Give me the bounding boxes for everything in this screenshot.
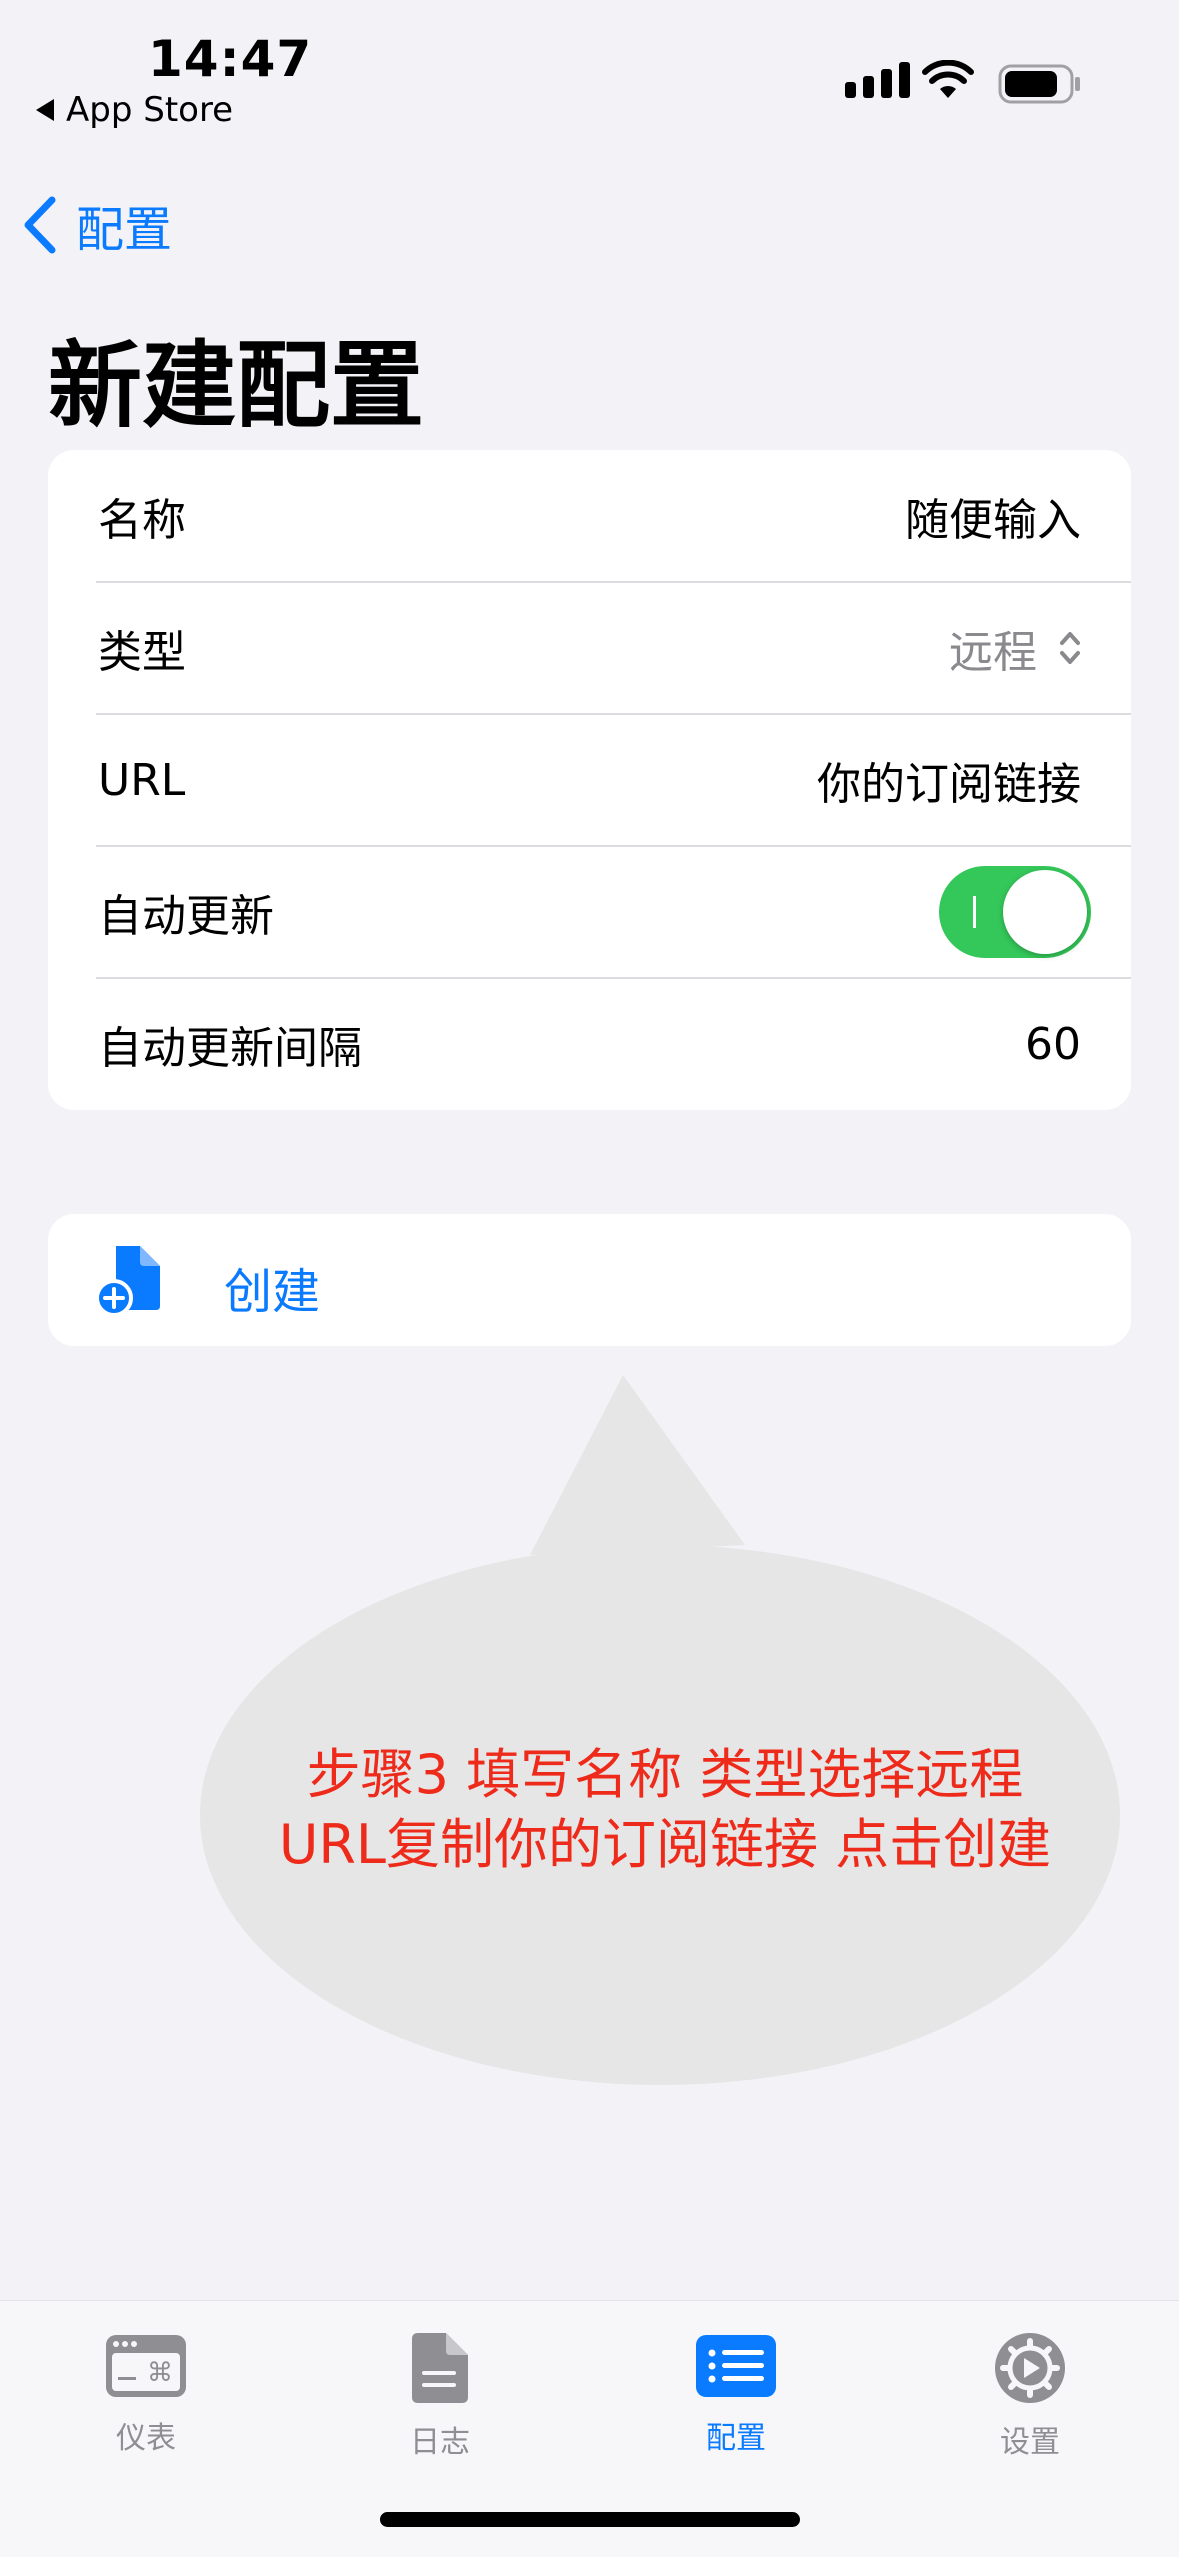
- annotation-bubble: [200, 1375, 1120, 2085]
- page-title: 新建配置: [48, 332, 425, 441]
- tab-settings-label: 设置: [1000, 2425, 1060, 2460]
- battery-icon: [998, 64, 1080, 104]
- status-time: 14:47: [148, 30, 313, 88]
- type-value: 远程: [949, 627, 1037, 678]
- add-document-icon: [96, 1246, 160, 1316]
- auto-update-label: 自动更新: [98, 891, 274, 942]
- name-field[interactable]: 随便输入: [905, 484, 1081, 548]
- chevron-up-down-icon: [1060, 632, 1080, 664]
- auto-update-row: 自动更新: [48, 846, 1131, 978]
- back-to-app-store[interactable]: App Store: [36, 90, 233, 130]
- nav-back-label: 配置: [76, 202, 173, 258]
- nav-back-button[interactable]: 配置: [22, 190, 172, 260]
- config-list-icon: [696, 2335, 776, 2397]
- toggle-on-mark: [973, 896, 976, 928]
- name-row[interactable]: 名称 随便输入: [48, 450, 1131, 582]
- name-label: 名称: [98, 495, 186, 546]
- auto-update-toggle[interactable]: [939, 866, 1091, 958]
- config-form: 名称 随便输入 类型 远程 URL 你的订阅链接 自动更新 自动更新间隔 60: [48, 450, 1131, 1110]
- back-app-label: App Store: [66, 90, 234, 130]
- toggle-knob: [1003, 870, 1087, 954]
- update-interval-label: 自动更新间隔: [98, 1023, 362, 1074]
- dashboard-icon: ⌘: [106, 2335, 186, 2397]
- svg-text:⌘: ⌘: [147, 2358, 173, 2388]
- tab-config[interactable]: 配置: [636, 2331, 836, 2457]
- wifi-icon: [922, 60, 974, 98]
- update-interval-field[interactable]: 60: [1025, 1019, 1081, 1070]
- tab-dashboard-label: 仪表: [116, 2421, 176, 2456]
- back-triangle-icon: [36, 99, 54, 121]
- cellular-signal-icon: [845, 62, 910, 98]
- chevron-left-icon: [24, 196, 56, 254]
- type-picker[interactable]: 远程: [949, 616, 1081, 680]
- tab-config-label: 配置: [706, 2421, 766, 2456]
- annotation-text: 步骤3 填写名称 类型选择远程 URL复制你的订阅链接 点击创建: [200, 1740, 1130, 1880]
- create-button[interactable]: 创建: [48, 1214, 1131, 1346]
- annotation-line-2: URL复制你的订阅链接 点击创建: [278, 1813, 1052, 1876]
- update-interval-row[interactable]: 自动更新间隔 60: [48, 978, 1131, 1110]
- tab-logs[interactable]: 日志: [340, 2331, 540, 2461]
- url-row[interactable]: URL 你的订阅链接: [48, 714, 1131, 846]
- tab-dashboard[interactable]: ⌘ 仪表: [46, 2331, 246, 2457]
- url-label: URL: [98, 754, 186, 806]
- create-label: 创建: [224, 1264, 321, 1320]
- settings-gear-icon: [995, 2333, 1065, 2403]
- tab-logs-label: 日志: [410, 2425, 470, 2460]
- home-indicator[interactable]: [380, 2512, 800, 2527]
- annotation-line-1: 步骤3 填写名称 类型选择远程: [306, 1743, 1024, 1806]
- type-row[interactable]: 类型 远程: [48, 582, 1131, 714]
- tab-settings[interactable]: 设置: [930, 2331, 1130, 2461]
- type-label: 类型: [98, 627, 186, 678]
- url-field[interactable]: 你的订阅链接: [817, 748, 1081, 812]
- log-document-icon: [412, 2333, 468, 2403]
